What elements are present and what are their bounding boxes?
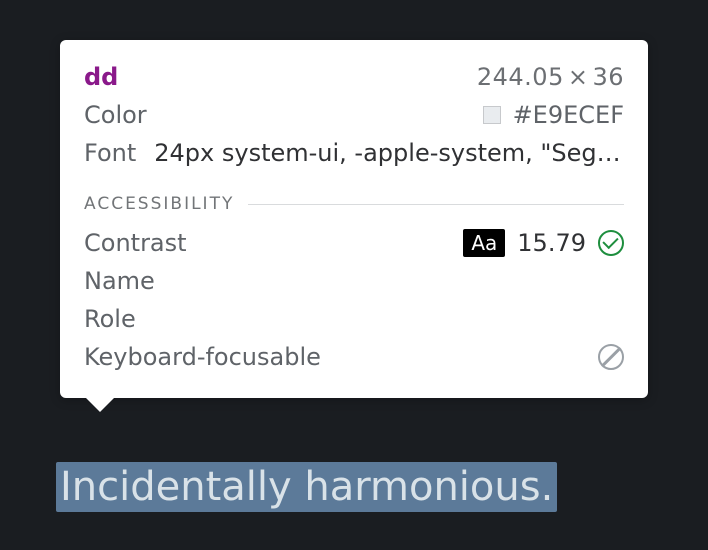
color-value: #E9ECEF [513,101,624,129]
accessibility-section-title: ACCESSIBILITY [84,194,624,214]
contrast-label: Contrast [84,229,187,257]
element-tag-name: dd [84,63,118,91]
header-row: dd 244.05×36 [84,58,624,96]
contrast-value: 15.79 [517,229,586,257]
dim-separator: × [564,63,593,91]
font-label: Font [84,139,136,167]
dim-height: 36 [592,63,624,91]
element-dimensions: 244.05×36 [477,63,624,91]
font-row: Font 24px system-ui, -apple-system, "Seg… [84,134,624,172]
color-row: Color #E9ECEF [84,96,624,134]
keyboard-focusable-row: Keyboard-focusable [84,338,624,376]
keyboard-focusable-label: Keyboard-focusable [84,343,321,371]
contrast-sample-badge: Aa [463,229,505,257]
highlighted-page-text: Incidentally harmonious. [56,462,557,512]
dim-width: 244.05 [477,63,564,91]
name-row: Name [84,262,624,300]
font-value: 24px system-ui, -apple-system, "Segoe… [154,139,624,167]
section-rule [248,204,624,205]
contrast-row: Contrast Aa 15.79 [84,224,624,262]
role-label: Role [84,305,136,333]
element-inspector-tooltip: dd 244.05×36 Color #E9ECEF Font 24px sys… [60,40,648,398]
accessibility-label: ACCESSIBILITY [84,194,234,214]
color-label: Color [84,101,147,129]
color-swatch-icon [483,106,501,124]
check-circle-icon [598,230,624,256]
role-row: Role [84,300,624,338]
name-label: Name [84,267,155,295]
not-allowed-icon [598,344,624,370]
